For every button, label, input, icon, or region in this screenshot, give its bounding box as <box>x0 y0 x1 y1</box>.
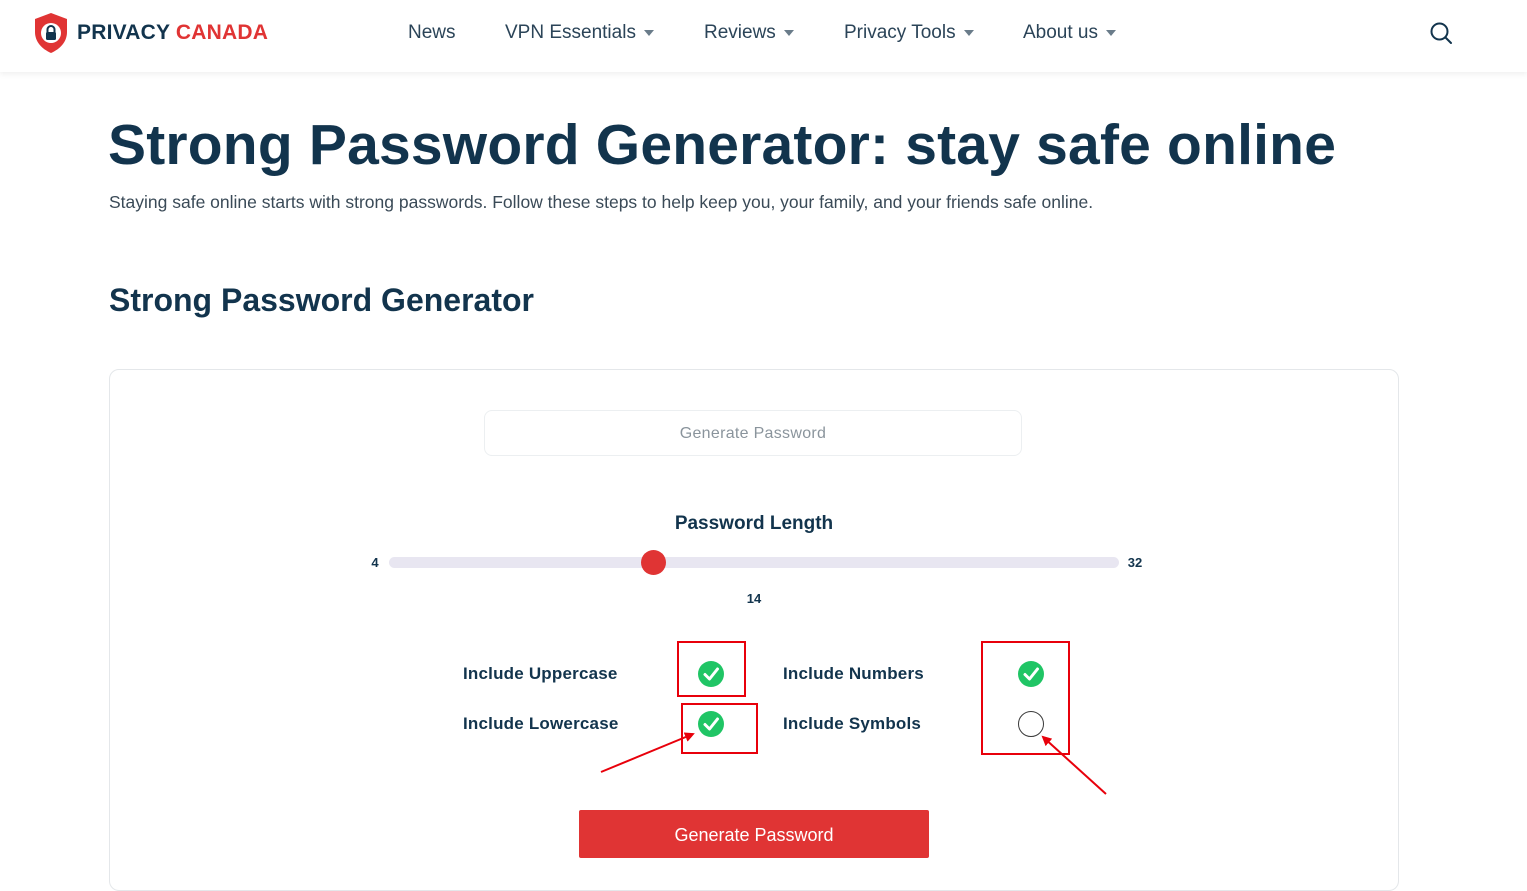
annotation-arrow <box>600 732 695 773</box>
generate-password-button[interactable]: Generate Password <box>579 810 929 858</box>
annotation-arrows <box>600 732 1107 795</box>
annotation-arrow <box>1041 735 1107 795</box>
